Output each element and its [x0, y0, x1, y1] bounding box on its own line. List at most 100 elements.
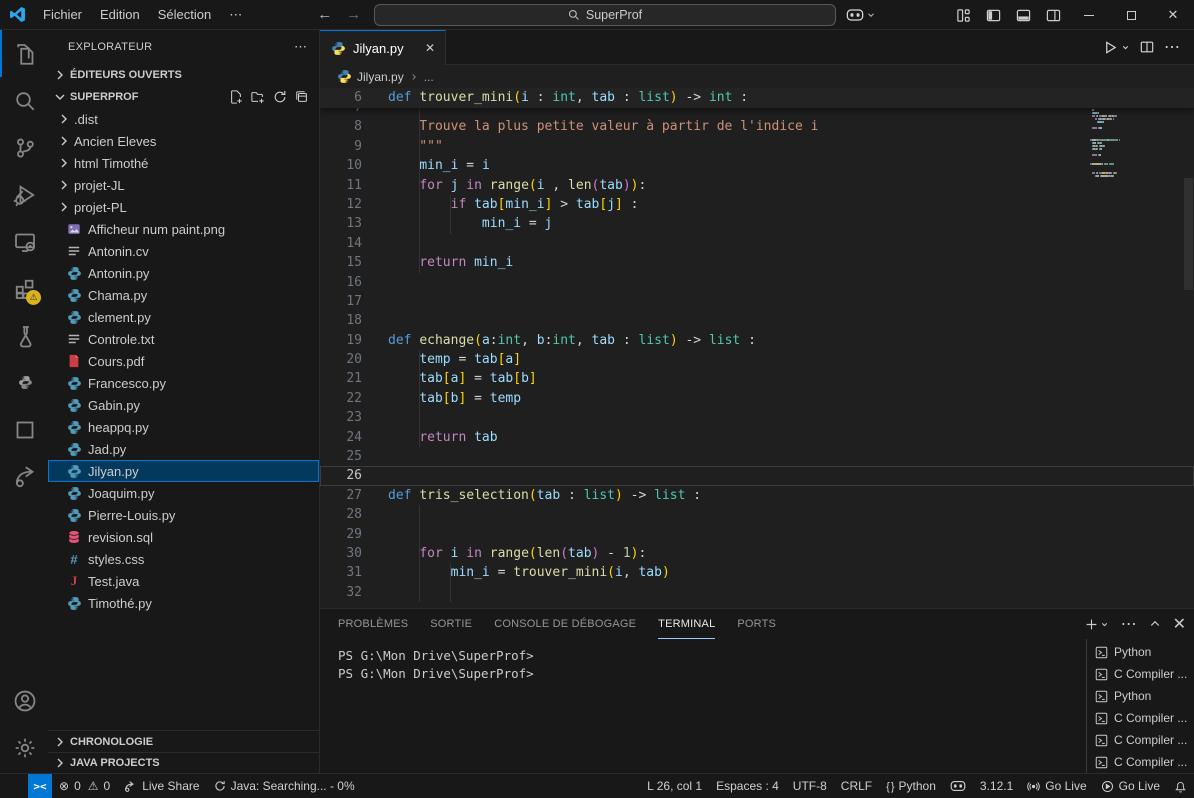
file-revision-sql[interactable]: revision.sql [48, 526, 319, 548]
status-language-mode[interactable]: { }Python [879, 774, 943, 798]
code-line-14[interactable]: 14 [320, 234, 1194, 253]
file-antonin-py[interactable]: Antonin.py [48, 262, 319, 284]
code-line-18[interactable]: 18 [320, 311, 1194, 330]
panel-tab-terminal[interactable]: TERMINAL [658, 609, 715, 639]
status-indentation[interactable]: Espaces : 4 [709, 774, 786, 798]
file-heappq-py[interactable]: heappq.py [48, 416, 319, 438]
file-cours-pdf[interactable]: Cours.pdf [48, 350, 319, 372]
panel-tab-console-de-d-bogage[interactable]: CONSOLE DE DÉBOGAGE [494, 609, 636, 639]
code-line-17[interactable]: 17 [320, 292, 1194, 311]
customize-layout-icon[interactable] [948, 2, 978, 28]
remote-indicator[interactable]: >< [28, 774, 52, 798]
copilot-chevron-icon[interactable] [866, 10, 876, 20]
activity-square-ext-icon[interactable] [0, 406, 48, 453]
tab-jilyan-py[interactable]: Jilyan.py ✕ [320, 30, 446, 65]
code-line-31[interactable]: 31 min_i = trouver_mini(i, tab) [320, 563, 1194, 582]
status-copilot[interactable] [943, 774, 973, 798]
code-line-19[interactable]: 19def echange(a:int, b:int, tab : list) … [320, 331, 1194, 350]
activity-explorer-icon[interactable] [0, 30, 48, 77]
minimap[interactable] [1090, 96, 1148, 180]
window-maximize-button[interactable] [1110, 0, 1152, 30]
toggle-secondary-sidebar-icon[interactable] [1038, 2, 1068, 28]
breadcrumb[interactable]: Jilyan.py ... [320, 65, 1194, 88]
java-projects-section[interactable]: JAVA PROJECTS [48, 752, 319, 773]
code-line-23[interactable]: 23 [320, 408, 1194, 427]
file-afficheur-num-paint-png[interactable]: Afficheur num paint.png [48, 218, 319, 240]
run-button[interactable] [1103, 40, 1130, 55]
tab-close-icon[interactable]: ✕ [425, 41, 435, 55]
code-line-29[interactable]: 29 [320, 525, 1194, 544]
activity-source-control-icon[interactable] [0, 124, 48, 171]
folder-projet-jl[interactable]: projet-JL [48, 174, 319, 196]
code-line-22[interactable]: 22 tab[b] = temp [320, 389, 1194, 408]
code-line-9[interactable]: 9 """ [320, 137, 1194, 156]
code-line-32[interactable]: 32 [320, 583, 1194, 602]
root-folder-section[interactable]: SUPERPROF [48, 86, 319, 108]
editor-more-actions-icon[interactable]: ⋯ [1164, 37, 1180, 57]
status-go-live-server[interactable]: Go Live [1020, 774, 1093, 798]
code-editor[interactable]: 7 """8 Trouve la plus petite valeur à pa… [320, 88, 1194, 608]
status-cursor-position[interactable]: L 26, col 1 [640, 774, 709, 798]
status-notifications[interactable] [1167, 774, 1194, 798]
code-line-15[interactable]: 15 return min_i [320, 253, 1194, 272]
folder-projet-pl[interactable]: projet-PL [48, 196, 319, 218]
folder-html-timoth-[interactable]: html Timothé [48, 152, 319, 174]
terminal-list-item[interactable]: Python [1087, 641, 1194, 663]
open-editors-section[interactable]: ÉDITEURS OUVERTS [48, 64, 319, 86]
nav-back-icon[interactable]: ← [317, 6, 332, 23]
activity-extensions-icon[interactable]: ⚠ [0, 265, 48, 312]
status-go-live-2[interactable]: Go Live [1094, 774, 1167, 798]
activity-remote-explorer-icon[interactable] [0, 218, 48, 265]
panel-tab-ports[interactable]: PORTS [737, 609, 776, 639]
java-status[interactable]: Java: Searching... - 0% [207, 774, 362, 798]
menu-[interactable]: ⋯ [220, 4, 251, 26]
file-gabin-py[interactable]: Gabin.py [48, 394, 319, 416]
live-share-status[interactable]: Live Share [117, 774, 206, 798]
panel-tab-probl-mes[interactable]: PROBLÈMES [338, 609, 408, 639]
terminal-list-item[interactable]: C Compiler ... [1087, 707, 1194, 729]
activity-account-icon[interactable] [0, 677, 48, 724]
terminal-list-item[interactable]: C Compiler ... [1087, 663, 1194, 685]
file-pierre-louis-py[interactable]: Pierre-Louis.py [48, 504, 319, 526]
window-minimize-button[interactable] [1068, 0, 1110, 30]
file-clement-py[interactable]: clement.py [48, 306, 319, 328]
nav-forward-icon[interactable]: → [346, 6, 361, 23]
file-controle-txt[interactable]: Controle.txt [48, 328, 319, 350]
collapse-folders-icon[interactable] [295, 90, 309, 104]
code-line-11[interactable]: 11 for j in range(i , len(tab)): [320, 176, 1194, 195]
file-jad-py[interactable]: Jad.py [48, 438, 319, 460]
refresh-icon[interactable] [273, 90, 287, 104]
toggle-sidebar-icon[interactable] [978, 2, 1008, 28]
code-line-27[interactable]: 27def tris_selection(tab : list) -> list… [320, 486, 1194, 505]
file-test-java[interactable]: JTest.java [48, 570, 319, 592]
folder-ancien-eleves[interactable]: Ancien Eleves [48, 130, 319, 152]
new-terminal-icon[interactable] [1085, 618, 1109, 631]
code-line-13[interactable]: 13 min_i = j [320, 214, 1194, 233]
folder--dist[interactable]: .dist [48, 108, 319, 130]
terminal-list-item[interactable]: C Compiler ... [1087, 751, 1194, 773]
code-line-25[interactable]: 25 [320, 447, 1194, 466]
file-francesco-py[interactable]: Francesco.py [48, 372, 319, 394]
code-line-24[interactable]: 24 return tab [320, 428, 1194, 447]
editor-scrollbar[interactable] [1184, 178, 1193, 290]
code-line-26[interactable]: 26 [320, 466, 1194, 485]
panel-more-actions-icon[interactable]: ⋯ [1121, 614, 1137, 634]
panel-tab-sortie[interactable]: SORTIE [430, 609, 472, 639]
file-antonin-cv[interactable]: Antonin.cv [48, 240, 319, 262]
command-center-search[interactable]: SuperProf [374, 4, 836, 26]
breadcrumb-file[interactable]: Jilyan.py [357, 70, 404, 84]
file-jilyan-py[interactable]: Jilyan.py [48, 460, 319, 482]
toggle-panel-icon[interactable] [1008, 2, 1038, 28]
file-chama-py[interactable]: Chama.py [48, 284, 319, 306]
window-close-button[interactable]: ✕ [1152, 0, 1194, 30]
sticky-scroll-line[interactable]: 6def trouver_mini(i : int, tab : list) -… [320, 88, 1194, 108]
terminal-list-item[interactable]: Python [1087, 685, 1194, 707]
panel-close-icon[interactable]: ✕ [1173, 614, 1186, 634]
file-styles-css[interactable]: #styles.css [48, 548, 319, 570]
new-file-icon[interactable] [229, 90, 243, 104]
breadcrumb-symbol[interactable]: ... [424, 70, 434, 84]
split-editor-icon[interactable] [1140, 40, 1154, 54]
code-line-30[interactable]: 30 for i in range(len(tab) - 1): [320, 544, 1194, 563]
activity-run-debug-icon[interactable] [0, 171, 48, 218]
file-timoth-py[interactable]: Timothé.py [48, 592, 319, 614]
